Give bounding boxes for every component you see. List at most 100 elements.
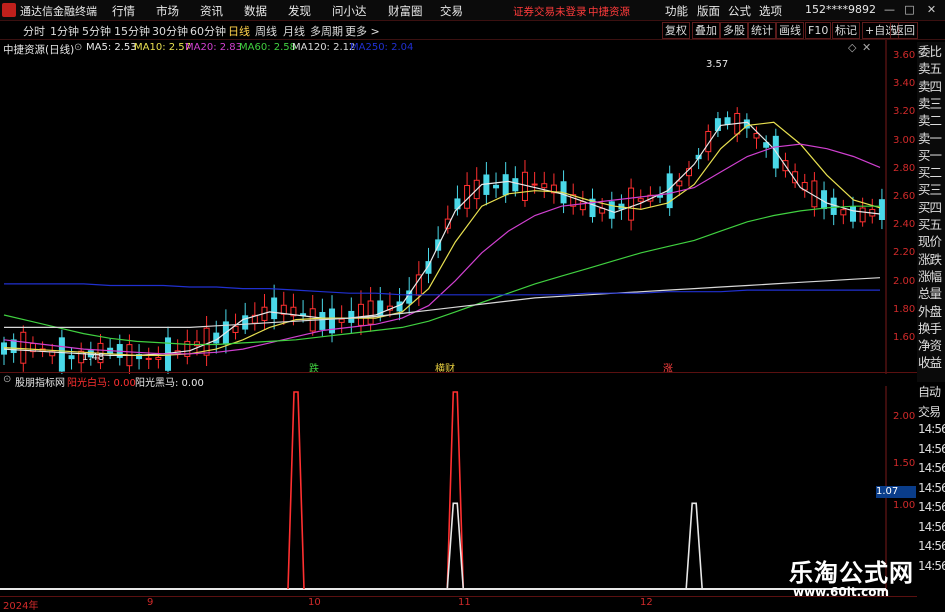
multi-stock-button[interactable]: 多股: [720, 22, 748, 39]
x-label-12: 12: [640, 597, 653, 608]
cursor-value-badge: 1.07: [876, 486, 916, 498]
chart-close-icon[interactable]: ✕: [862, 41, 871, 54]
ma-line-ma5: [3, 121, 881, 356]
candle-body: [830, 197, 837, 215]
price-axis-label: 3.60: [893, 50, 916, 61]
period-5min[interactable]: 5分钟: [82, 23, 111, 39]
candle-body: [493, 184, 500, 189]
candle-body: [637, 198, 644, 202]
minimize-icon[interactable]: —: [883, 3, 896, 16]
close-icon[interactable]: ✕: [925, 3, 938, 16]
candle-body: [357, 303, 364, 326]
menu-function[interactable]: 功能: [665, 3, 688, 19]
menu-options[interactable]: 选项: [759, 3, 782, 19]
candle-body: [300, 313, 307, 316]
high-price-label: 3.57: [706, 59, 729, 70]
candle-body: [608, 201, 615, 219]
trade-tick-label: 14:56: [918, 480, 945, 495]
candle-body: [811, 180, 818, 208]
candle-body: [821, 190, 828, 210]
mark-button[interactable]: 标记: [832, 22, 860, 39]
candle-body: [271, 297, 278, 320]
price-axis-label: 1.60: [893, 332, 916, 343]
menu-ask[interactable]: 问小达: [332, 3, 367, 19]
back-button[interactable]: 返回: [890, 22, 918, 39]
legend-ma10: MA10: 2.57: [134, 42, 192, 53]
period-1min[interactable]: 1分钟: [50, 23, 79, 39]
menu-data[interactable]: 数据: [244, 3, 267, 19]
menu-layout[interactable]: 版面: [697, 3, 720, 19]
adjust-button[interactable]: 复权: [662, 22, 690, 39]
candle-body: [676, 180, 683, 187]
price-axis-label: 2.20: [893, 247, 916, 259]
overlay-button[interactable]: 叠加: [692, 22, 720, 39]
period-30min[interactable]: 30分钟: [152, 23, 188, 39]
trade-tick-label: 14:56: [918, 441, 945, 456]
menu-discover[interactable]: 发现: [288, 3, 311, 19]
menu-wealth[interactable]: 财富圈: [388, 3, 423, 19]
period-weekly[interactable]: 周线: [255, 23, 277, 39]
period-daily[interactable]: 日线: [228, 23, 250, 39]
price-axis-label: 3.00: [893, 134, 916, 146]
trade-tick-label[interactable]: 自动: [918, 383, 941, 400]
ind-axis-200: 2.00: [893, 411, 916, 422]
menu-formula[interactable]: 公式: [728, 3, 751, 19]
candle-body: [319, 312, 326, 330]
indicator-legend-white-horse: 阳光白马: 0.00: [67, 378, 136, 389]
candle-body: [155, 356, 162, 360]
indicator-spike-阳光黑马: [446, 502, 703, 590]
price-axis-label: 2.60: [893, 191, 916, 202]
indicator-toggle-icon[interactable]: ⊙: [3, 374, 11, 385]
legend-ma5: MA5: 2.53: [86, 42, 137, 53]
draw-line-button[interactable]: 画线: [776, 22, 804, 39]
x-label-11: 11: [458, 597, 471, 608]
candle-body: [1, 342, 7, 355]
candle-body: [878, 199, 885, 220]
user-account[interactable]: 152****9892: [805, 3, 876, 16]
ind-axis-150: 1.50: [893, 458, 916, 469]
legend-toggle-icon[interactable]: ⊙: [74, 42, 82, 53]
current-stock-name: 中捷资源: [588, 6, 630, 18]
price-axis-label: 1.80: [893, 303, 916, 315]
price-axis-label: 3.20: [893, 106, 916, 118]
price-axis-label: 2.80: [893, 162, 916, 174]
period-more[interactable]: 更多 >: [345, 23, 380, 39]
maximize-icon[interactable]: □: [903, 3, 916, 16]
app-logo-icon: [2, 3, 16, 17]
candle-body: [242, 315, 249, 330]
watermark-url: www.60lt.com: [793, 585, 890, 599]
x-label-2024: 2024年: [3, 601, 39, 612]
period-monthly[interactable]: 月线: [283, 23, 305, 39]
login-warning[interactable]: 证券交易未登录: [513, 4, 587, 19]
ma-line-ma60: [3, 205, 880, 346]
watermark-title: 乐淘公式网: [789, 559, 914, 587]
trade-tick-label: 14:56: [918, 461, 945, 475]
trade-tick-label[interactable]: 交易: [918, 403, 941, 420]
indicator-chart[interactable]: [0, 386, 917, 595]
period-60min[interactable]: 60分钟: [190, 23, 226, 39]
indicator-name: 股朋指标网: [15, 378, 65, 389]
candle-body: [859, 207, 866, 223]
menu-quotes[interactable]: 行情: [112, 3, 135, 19]
quote-panel: 委比 卖五 卖四 卖三 卖二 卖一 买一 买二 买三 买四 买五 现价 涨跌 涨幅 总量 外盘 换手 净资 收益: [917, 42, 945, 382]
kline-chart[interactable]: [0, 40, 917, 374]
candle-body: [338, 318, 345, 323]
candle-body: [20, 331, 27, 364]
candle-body: [521, 171, 528, 201]
indicator-legend-black-horse: 阳光黑马: 0.00: [135, 378, 204, 389]
settings-icon[interactable]: ◇: [848, 41, 856, 54]
stats-button[interactable]: 统计: [748, 22, 776, 39]
period-toolbar: 分时 1分钟 5分钟 15分钟 30分钟 60分钟 日线 周线 月线 多周期 更…: [0, 21, 945, 40]
period-15min[interactable]: 15分钟: [114, 23, 150, 39]
quote-field-label: 收益: [918, 355, 942, 371]
period-timeshare[interactable]: 分时: [23, 23, 45, 39]
x-label-9: 9: [147, 597, 154, 608]
menu-market[interactable]: 市场: [156, 3, 179, 19]
legend-ma250: MA250: 2.04: [350, 42, 414, 53]
ind-axis-100: 1.00: [893, 500, 916, 511]
period-multi[interactable]: 多周期: [310, 23, 343, 39]
f10-button[interactable]: F10: [805, 22, 832, 39]
legend-ma120: MA120: 2.12: [292, 42, 356, 53]
menu-trade[interactable]: 交易: [440, 3, 463, 19]
menu-info[interactable]: 资讯: [200, 3, 223, 19]
